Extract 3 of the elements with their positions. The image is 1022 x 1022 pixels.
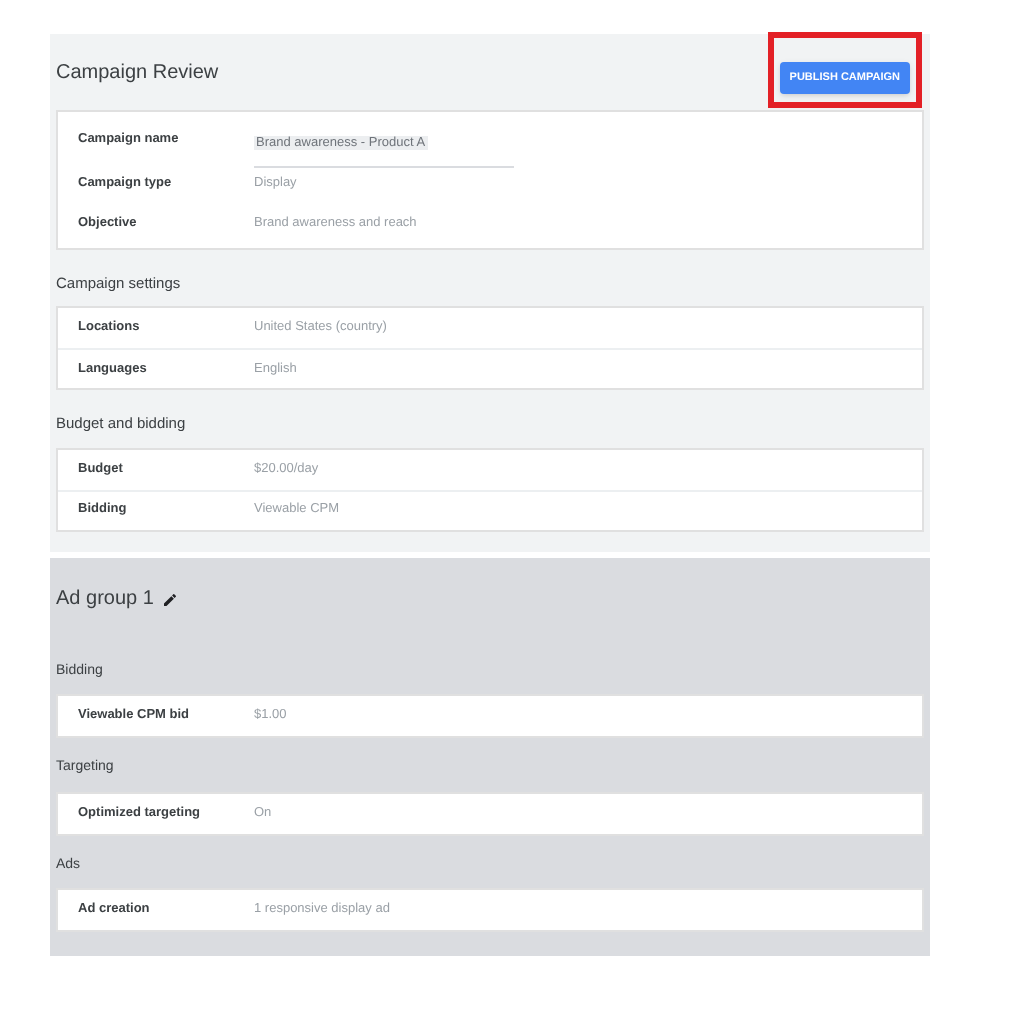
pencil-icon[interactable] [161, 591, 178, 607]
page-title: Campaign Review [56, 59, 219, 87]
ad-group-title: Ad group 1 [56, 586, 154, 614]
